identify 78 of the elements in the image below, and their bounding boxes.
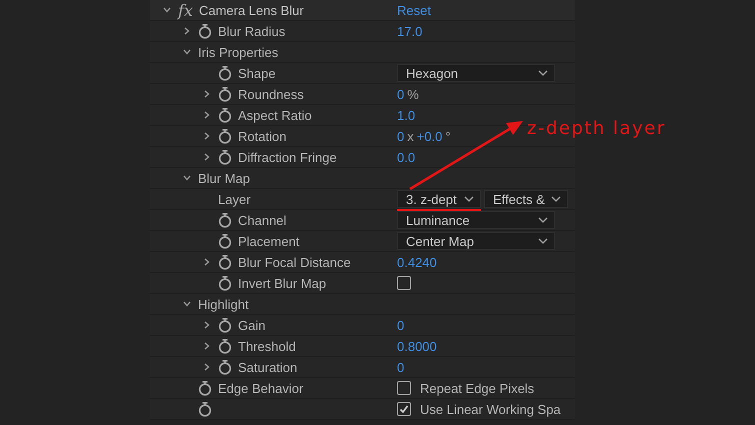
chevron-icon[interactable] — [202, 257, 212, 267]
chevron-icon[interactable] — [202, 110, 212, 120]
stopwatch-icon[interactable] — [218, 212, 232, 228]
dropdown[interactable]: Luminance — [397, 211, 555, 229]
dropdown[interactable]: 3. z-dept — [397, 190, 481, 208]
chevron-icon[interactable] — [162, 5, 172, 15]
unit-label: ° — [445, 128, 451, 144]
checkbox-label: Repeat Edge Pixels — [420, 380, 534, 396]
property-label: Roundness — [238, 86, 304, 102]
chevron-icon[interactable] — [202, 89, 212, 99]
caret-icon — [538, 70, 548, 76]
value-number[interactable]: 0.4240 — [397, 254, 437, 270]
property-label: Edge Behavior — [218, 380, 304, 396]
stopwatch-icon[interactable] — [218, 275, 232, 291]
stopwatch-icon[interactable] — [198, 23, 212, 39]
chevron-icon[interactable] — [182, 173, 192, 183]
value-number[interactable]: 1.0 — [397, 108, 416, 122]
value-number[interactable]: 17.0 — [397, 24, 422, 38]
value-number[interactable]: 0 — [397, 86, 404, 102]
stopwatch-icon[interactable] — [218, 359, 232, 375]
value-number[interactable]: 0 — [397, 318, 404, 332]
property-label: Threshold — [238, 338, 296, 354]
group-label: Highlight — [198, 296, 249, 312]
stopwatch-icon[interactable] — [218, 254, 232, 270]
dropdown[interactable]: Effects & — [484, 190, 568, 208]
property-label: Invert Blur Map — [238, 276, 326, 290]
chevron-icon[interactable] — [182, 26, 192, 36]
value-number[interactable]: 0 — [397, 128, 404, 144]
caret-icon — [551, 196, 561, 202]
dropdown[interactable]: Hexagon — [397, 64, 555, 82]
chevron-icon[interactable] — [182, 299, 192, 309]
chevron-icon[interactable] — [202, 320, 212, 330]
property-label: Layer — [218, 192, 251, 206]
stopwatch-icon[interactable] — [198, 401, 212, 417]
property-label: Gain — [238, 318, 266, 332]
value-number[interactable]: 0.0 — [397, 150, 416, 164]
property-label: Channel — [238, 212, 286, 228]
value-number[interactable]: +0.0 — [416, 128, 442, 144]
unit-label: x — [407, 128, 414, 144]
group-label: Iris Properties — [198, 44, 278, 60]
checkbox[interactable] — [397, 402, 411, 416]
property-label: Shape — [238, 66, 276, 80]
value-number[interactable]: 0.8000 — [397, 338, 437, 354]
annotation-label: z-depth layer — [527, 118, 666, 139]
dropdown[interactable]: Center Map — [397, 232, 555, 250]
effect-name: Camera Lens Blur — [198, 2, 304, 18]
group-label: Blur Map — [198, 170, 250, 186]
chevron-icon[interactable] — [202, 362, 212, 372]
value-number[interactable]: 0 — [397, 360, 404, 374]
property-label: Placement — [238, 234, 300, 248]
stopwatch-icon[interactable] — [218, 149, 232, 165]
caret-icon — [464, 196, 474, 202]
property-label: Aspect Ratio — [238, 108, 312, 122]
chevron-icon[interactable] — [202, 152, 212, 162]
stopwatch-icon[interactable] — [218, 317, 232, 333]
property-label: Blur Focal Distance — [238, 254, 351, 270]
property-label: Diffraction Fringe — [238, 150, 337, 164]
reset-link[interactable]: Reset — [397, 2, 431, 18]
stopwatch-icon[interactable] — [218, 86, 232, 102]
chevron-icon[interactable] — [182, 47, 192, 57]
caret-icon — [538, 217, 548, 223]
checkbox-label: Use Linear Working Spa — [420, 402, 561, 416]
stopwatch-icon[interactable] — [218, 128, 232, 144]
fx-icon: fx — [178, 0, 193, 20]
stopwatch-icon[interactable] — [218, 233, 232, 249]
stopwatch-icon[interactable] — [218, 65, 232, 81]
stopwatch-icon[interactable] — [218, 107, 232, 123]
checkbox[interactable] — [397, 276, 411, 290]
unit-label: % — [407, 86, 419, 102]
property-label: Rotation — [238, 128, 286, 144]
chevron-icon[interactable] — [202, 341, 212, 351]
property-label: Saturation — [238, 360, 298, 374]
chevron-icon[interactable] — [202, 131, 212, 141]
caret-icon — [538, 238, 548, 244]
stopwatch-icon[interactable] — [198, 380, 212, 396]
property-label: Blur Radius — [218, 24, 286, 38]
checkbox[interactable] — [397, 381, 411, 395]
stopwatch-icon[interactable] — [218, 338, 232, 354]
